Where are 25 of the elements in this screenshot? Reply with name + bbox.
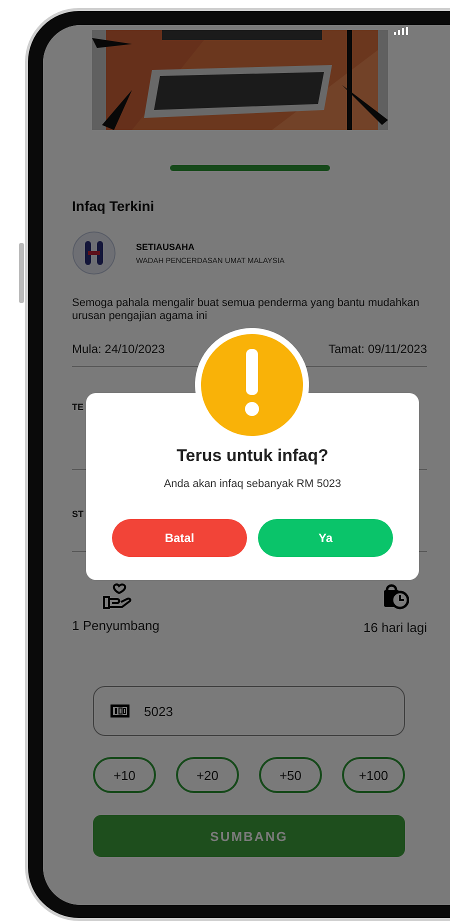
- amount-chip[interactable]: +10: [93, 757, 156, 793]
- amount-field[interactable]: 5023: [93, 686, 405, 736]
- banknote-icon: [110, 704, 130, 718]
- start-date: Mula: 24/10/2023: [72, 342, 165, 356]
- amount-value: 5023: [144, 704, 173, 718]
- confirm-button[interactable]: Ya: [258, 519, 393, 557]
- submit-button[interactable]: SUMBANG: [93, 815, 405, 857]
- dialog-title: Terus untuk infaq?: [176, 446, 328, 466]
- section-title: Infaq Terkini: [72, 198, 156, 214]
- description: Semoga pahala mengalir buat semua penderma yang bantu mudahkan urusan pengajian agama ini: [72, 297, 420, 323]
- organizer-name: SETIAUSAHA: [136, 242, 196, 252]
- field-label: TE: [72, 402, 84, 412]
- donor-count: 1 Penyumbang: [72, 618, 160, 633]
- drag-handle[interactable]: [170, 165, 330, 171]
- cancel-button[interactable]: Batal: [112, 519, 247, 557]
- amount-chip[interactable]: +20: [176, 757, 239, 793]
- hand-heart-icon: [102, 582, 132, 612]
- organization-logo: [72, 231, 116, 275]
- bag-clock-icon: [381, 582, 409, 610]
- amount-chip[interactable]: +50: [259, 757, 322, 793]
- dialog-message: Anda akan infaq sebanyak RM 5023: [164, 478, 342, 490]
- field-label: ST: [72, 509, 84, 519]
- days-remaining: 16 hari lagi: [363, 620, 427, 635]
- end-date: Tamat: 09/11/2023: [328, 342, 427, 356]
- amount-chip[interactable]: +100: [342, 757, 405, 793]
